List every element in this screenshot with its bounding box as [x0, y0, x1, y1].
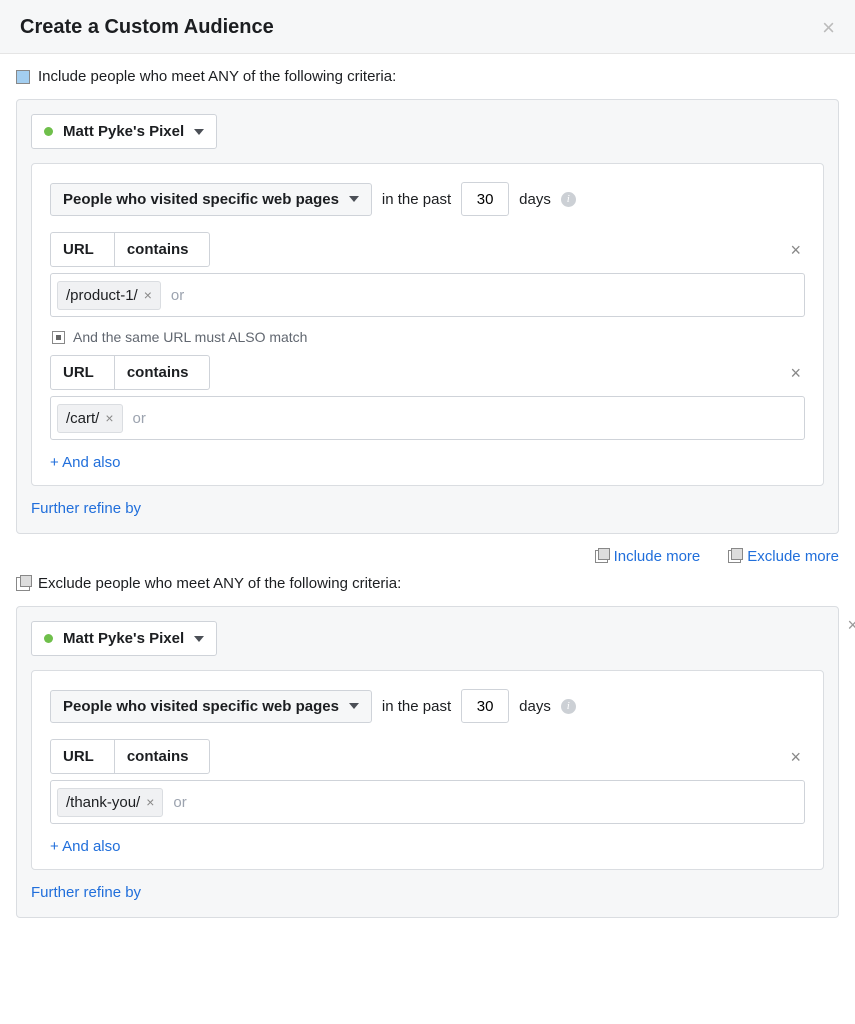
- or-hint: or: [125, 410, 154, 427]
- url-field-label: URL: [63, 241, 94, 258]
- or-hint: or: [165, 794, 194, 811]
- contains-label: contains: [127, 364, 189, 381]
- url-contains-dropdown[interactable]: contains: [115, 740, 209, 773]
- status-dot-icon: [44, 127, 53, 136]
- url-tag[interactable]: /cart/ ×: [57, 404, 123, 433]
- condition-label: People who visited specific web pages: [63, 191, 339, 208]
- include-rule-box: Matt Pyke's Pixel People who visited spe…: [16, 99, 839, 534]
- remove-exclude-icon[interactable]: ×: [847, 615, 855, 636]
- exclude-inner-panel: People who visited specific web pages in…: [31, 670, 824, 870]
- exclude-more-icon: [728, 550, 741, 563]
- url-field-label: URL: [63, 364, 94, 381]
- url-field-dropdown[interactable]: URL: [51, 740, 114, 773]
- remove-rule-icon[interactable]: ×: [790, 747, 801, 768]
- url-tag-input[interactable]: /thank-you/ × or: [50, 780, 805, 824]
- remove-tag-icon[interactable]: ×: [105, 410, 113, 426]
- exclude-rule-box: × Matt Pyke's Pixel People who visited s…: [16, 606, 839, 918]
- modal-title: Create a Custom Audience: [20, 16, 274, 39]
- url-operator-dropdown[interactable]: URL contains: [50, 739, 210, 774]
- past-prefix: in the past: [382, 191, 451, 208]
- close-icon[interactable]: ×: [822, 17, 835, 39]
- include-more-icon: [595, 550, 608, 563]
- pixel-dropdown[interactable]: Matt Pyke's Pixel: [31, 621, 217, 656]
- url-rule-block-2: URL contains × /cart/ × or: [50, 355, 805, 440]
- tag-text: /product-1/: [66, 287, 138, 304]
- exclude-more-link[interactable]: Exclude more: [728, 548, 839, 565]
- remove-rule-icon[interactable]: ×: [790, 240, 801, 261]
- url-field-dropdown[interactable]: URL: [51, 356, 114, 389]
- url-tag[interactable]: /thank-you/ ×: [57, 788, 163, 817]
- exclude-criteria-label: Exclude people who meet ANY of the follo…: [38, 575, 401, 592]
- pixel-name: Matt Pyke's Pixel: [63, 123, 184, 140]
- days-input[interactable]: [461, 689, 509, 723]
- exclude-icon: [16, 577, 30, 591]
- url-contains-dropdown[interactable]: contains: [115, 356, 209, 389]
- url-tag-input[interactable]: /product-1/ × or: [50, 273, 805, 317]
- more-actions-row: Include more Exclude more: [0, 534, 855, 567]
- include-criteria-row: Include people who meet ANY of the follo…: [16, 68, 839, 85]
- remove-rule-icon[interactable]: ×: [790, 363, 801, 384]
- url-field-dropdown[interactable]: URL: [51, 233, 114, 266]
- further-refine-link[interactable]: Further refine by: [31, 500, 824, 517]
- include-criteria-label: Include people who meet ANY of the follo…: [38, 68, 396, 85]
- further-refine-link[interactable]: Further refine by: [31, 884, 824, 901]
- exclude-more-text: Exclude more: [747, 548, 839, 565]
- include-inner-panel: People who visited specific web pages in…: [31, 163, 824, 486]
- visitor-condition-dropdown[interactable]: People who visited specific web pages: [50, 183, 372, 216]
- include-section: Include people who meet ANY of the follo…: [0, 54, 855, 534]
- url-tag[interactable]: /product-1/ ×: [57, 281, 161, 310]
- include-more-link[interactable]: Include more: [595, 548, 701, 565]
- also-match-icon: [52, 331, 65, 344]
- chevron-down-icon: [349, 703, 359, 709]
- condition-row: People who visited specific web pages in…: [50, 689, 805, 723]
- pixel-dropdown[interactable]: Matt Pyke's Pixel: [31, 114, 217, 149]
- condition-label: People who visited specific web pages: [63, 698, 339, 715]
- status-dot-icon: [44, 634, 53, 643]
- also-match-text: And the same URL must ALSO match: [73, 329, 307, 345]
- remove-tag-icon[interactable]: ×: [146, 794, 154, 810]
- pixel-select-row: Matt Pyke's Pixel: [31, 114, 824, 149]
- exclude-criteria-row: Exclude people who meet ANY of the follo…: [16, 575, 839, 592]
- url-operator-dropdown[interactable]: URL contains: [50, 232, 210, 267]
- url-field-label: URL: [63, 748, 94, 765]
- and-also-link[interactable]: + And also: [50, 454, 805, 471]
- contains-label: contains: [127, 748, 189, 765]
- also-match-label-row: And the same URL must ALSO match: [52, 329, 805, 345]
- url-rule-block-1: URL contains × /product-1/ × or: [50, 232, 805, 317]
- or-hint: or: [163, 287, 192, 304]
- pixel-select-row: Matt Pyke's Pixel: [31, 621, 824, 656]
- tag-text: /thank-you/: [66, 794, 140, 811]
- and-also-link[interactable]: + And also: [50, 838, 805, 855]
- days-label: days: [519, 191, 551, 208]
- chevron-down-icon: [349, 196, 359, 202]
- info-icon[interactable]: i: [561, 192, 576, 207]
- remove-tag-icon[interactable]: ×: [144, 287, 152, 303]
- url-contains-dropdown[interactable]: contains: [115, 233, 209, 266]
- past-prefix: in the past: [382, 698, 451, 715]
- url-operator-dropdown-2[interactable]: URL contains: [50, 355, 210, 390]
- exclude-section: Exclude people who meet ANY of the follo…: [0, 567, 855, 932]
- chevron-down-icon: [194, 129, 204, 135]
- contains-label: contains: [127, 241, 189, 258]
- condition-row: People who visited specific web pages in…: [50, 182, 805, 216]
- chevron-down-icon: [194, 636, 204, 642]
- days-label: days: [519, 698, 551, 715]
- include-more-text: Include more: [614, 548, 701, 565]
- days-input[interactable]: [461, 182, 509, 216]
- tag-text: /cart/: [66, 410, 99, 427]
- url-rule-block: URL contains × /thank-you/ × or: [50, 739, 805, 824]
- url-tag-input-2[interactable]: /cart/ × or: [50, 396, 805, 440]
- visitor-condition-dropdown[interactable]: People who visited specific web pages: [50, 690, 372, 723]
- info-icon[interactable]: i: [561, 699, 576, 714]
- modal-header: Create a Custom Audience ×: [0, 0, 855, 54]
- pixel-name: Matt Pyke's Pixel: [63, 630, 184, 647]
- include-icon: [16, 70, 30, 84]
